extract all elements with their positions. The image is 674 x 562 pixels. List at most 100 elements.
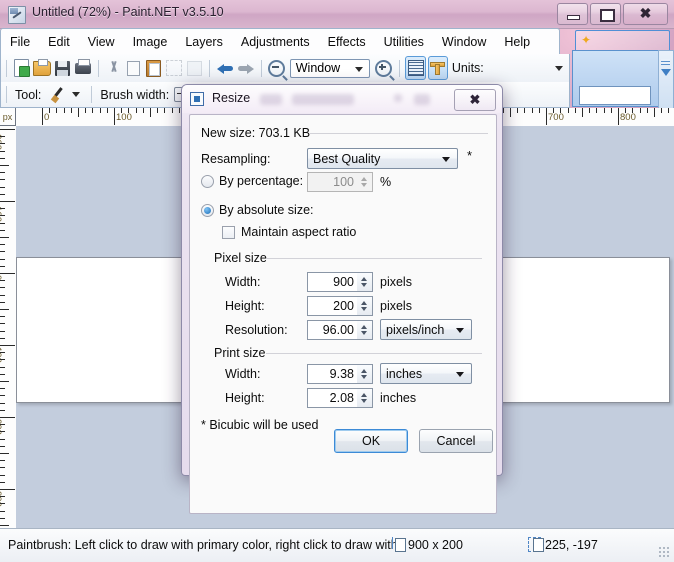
ok-button[interactable]: OK: [334, 429, 408, 453]
minimize-icon: [567, 15, 580, 20]
zoom-in-button[interactable]: [374, 57, 392, 79]
resolution-unit-value: pixels/inch: [386, 322, 445, 337]
maximize-button[interactable]: [590, 3, 621, 25]
open-button[interactable]: [33, 57, 52, 79]
cancel-button[interactable]: Cancel: [419, 429, 493, 453]
print-width-value: 9.38: [329, 367, 354, 381]
menu-window[interactable]: Window: [433, 31, 495, 53]
pixel-size-rule: [266, 258, 482, 259]
ruler-minor-tick: [178, 108, 180, 113]
print-size-rule: [266, 353, 482, 354]
ruler-minor-tick: [85, 108, 87, 113]
ruler-minor-tick: [0, 460, 5, 462]
chevron-down-icon[interactable]: [72, 92, 81, 97]
pixel-width-unit: pixels: [380, 275, 412, 289]
panel-collapse-strip[interactable]: [658, 50, 674, 110]
main-toolbar: Window Units:: [0, 54, 570, 82]
vertical-ruler[interactable]: -200-1000100200300: [0, 126, 17, 528]
ruler-minor-tick: [668, 108, 670, 113]
resolution-value: 96.00: [322, 323, 354, 337]
ruler-minor-tick: [0, 467, 5, 469]
zoom-out-button[interactable]: [268, 57, 286, 79]
pixel-width-input[interactable]: 900: [307, 272, 373, 292]
pixel-height-input[interactable]: 200: [307, 296, 373, 316]
collapse-panel-icon[interactable]: [661, 69, 671, 76]
close-button[interactable]: ✖: [623, 3, 668, 25]
pixel-height-spinner-icon[interactable]: [357, 296, 373, 316]
rulers-toggle-button[interactable]: [427, 56, 448, 80]
percentage-spinner-icon[interactable]: [357, 172, 373, 192]
print-unit-combo[interactable]: inches: [380, 363, 472, 384]
resolution-input[interactable]: 96.00: [307, 320, 373, 340]
tool-selector-button[interactable]: [47, 84, 69, 106]
copy-button[interactable]: [124, 57, 143, 79]
undo-button[interactable]: [216, 57, 234, 79]
minimize-button[interactable]: [557, 3, 588, 25]
menu-layers[interactable]: Layers: [176, 31, 232, 53]
panel-bars-icon: [661, 59, 670, 65]
toolbar-separator: [6, 59, 7, 77]
ruler-minor-tick: [0, 294, 5, 296]
save-button[interactable]: [53, 57, 71, 79]
ruler-minor-tick: [0, 381, 9, 382]
menu-image[interactable]: Image: [124, 31, 177, 53]
print-width-label: Width:: [225, 367, 261, 381]
ruler-tick-label: 800: [620, 112, 636, 123]
crop-button[interactable]: [165, 57, 183, 79]
resampling-combo[interactable]: Best Quality: [307, 148, 458, 169]
ruler-minor-tick: [632, 108, 634, 113]
ruler-minor-tick: [0, 150, 5, 152]
resolution-spinner-icon[interactable]: [357, 320, 373, 340]
zoom-level-combo[interactable]: Window: [289, 58, 371, 78]
resize-grip[interactable]: [658, 546, 670, 558]
by-percentage-radio[interactable]: [201, 175, 214, 188]
ruler-tick-label: 200: [0, 419, 3, 435]
print-width-input[interactable]: 9.38: [307, 364, 373, 384]
by-absolute-size-radio[interactable]: [201, 204, 214, 217]
print-height-spinner-icon[interactable]: [357, 388, 373, 408]
ruler-minor-tick: [0, 316, 5, 318]
ruler-major-tick: [0, 129, 15, 130]
new-button[interactable]: [13, 57, 31, 79]
print-width-spinner-icon[interactable]: [357, 364, 373, 384]
ruler-minor-tick: [524, 108, 526, 113]
ruler-minor-tick: [0, 359, 5, 361]
deselect-button[interactable]: [185, 57, 203, 79]
maintain-aspect-ratio-checkbox[interactable]: [222, 226, 235, 239]
percentage-input[interactable]: 100: [307, 172, 373, 192]
resampling-asterisk: *: [467, 148, 473, 163]
ruler-minor-tick: [531, 108, 533, 113]
print-height-input[interactable]: 2.08: [307, 388, 373, 408]
chevron-down-icon: [442, 157, 450, 162]
redo-button[interactable]: [237, 57, 255, 79]
cut-button[interactable]: [104, 57, 122, 79]
image-thumbnail[interactable]: [579, 86, 651, 105]
resolution-unit-combo[interactable]: pixels/inch: [380, 319, 472, 340]
menu-utilities[interactable]: Utilities: [375, 31, 433, 53]
menu-edit[interactable]: Edit: [39, 31, 79, 53]
percentage-value: 100: [333, 175, 354, 189]
menu-effects[interactable]: Effects: [319, 31, 375, 53]
undo-arrow-icon: [216, 61, 234, 75]
menu-file[interactable]: File: [1, 31, 39, 53]
image-list-panel[interactable]: [572, 50, 662, 107]
ruler-minor-tick: [106, 108, 108, 113]
ruler-minor-tick: [0, 258, 5, 260]
toolbar-separator: [97, 59, 99, 77]
dialog-close-button[interactable]: ✖: [454, 89, 496, 111]
ruler-minor-tick: [0, 366, 5, 368]
grid-toggle-button[interactable]: [405, 56, 426, 80]
ruler-major-tick: [0, 345, 15, 346]
pixel-width-spinner-icon[interactable]: [357, 272, 373, 292]
resampling-label: Resampling:: [201, 152, 271, 166]
ruler-minor-tick: [0, 424, 5, 426]
ruler-minor-tick: [0, 179, 5, 181]
ruler-minor-tick: [0, 323, 5, 325]
units-combo[interactable]: [489, 59, 569, 78]
toolbar-separator: [91, 86, 93, 103]
menu-help[interactable]: Help: [495, 31, 539, 53]
menu-adjustments[interactable]: Adjustments: [232, 31, 319, 53]
print-button[interactable]: [73, 57, 91, 79]
paste-button[interactable]: [145, 57, 163, 79]
menu-view[interactable]: View: [79, 31, 124, 53]
